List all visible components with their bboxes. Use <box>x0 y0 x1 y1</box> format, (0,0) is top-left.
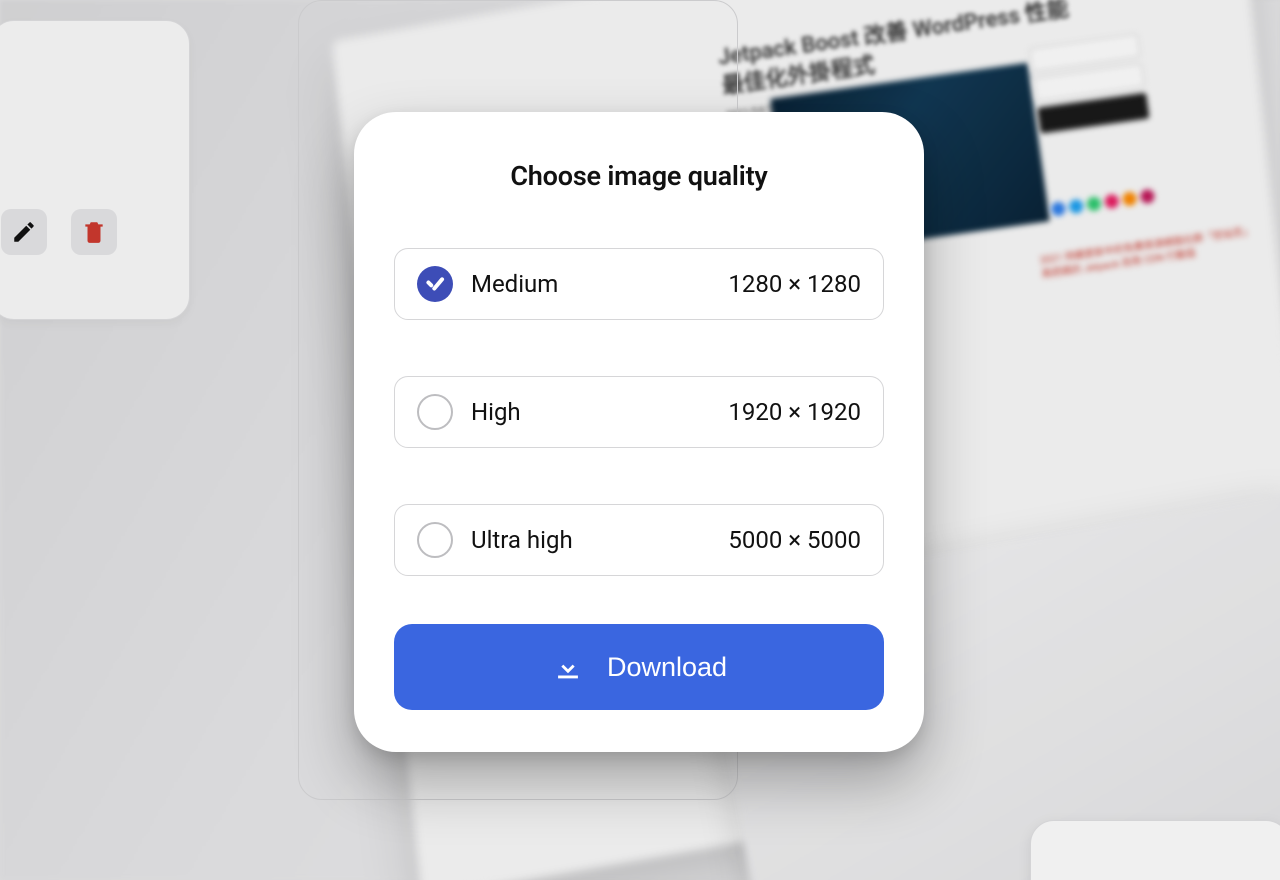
download-button[interactable]: Download <box>394 624 884 710</box>
quality-options: Medium 1280 × 1280 High 1920 × 1920 Ultr… <box>394 248 884 576</box>
dialog-title: Choose image quality <box>394 160 884 192</box>
image-quality-dialog: Choose image quality Medium 1280 × 1280 … <box>354 112 924 752</box>
option-label: High <box>471 398 521 426</box>
quality-option-high[interactable]: High 1920 × 1920 <box>394 376 884 448</box>
quality-option-ultra-high[interactable]: Ultra high 5000 × 5000 <box>394 504 884 576</box>
option-label: Ultra high <box>471 526 573 554</box>
option-resolution: 5000 × 5000 <box>728 526 861 554</box>
download-button-label: Download <box>607 652 727 683</box>
radio-selected-icon <box>417 266 453 302</box>
radio-unselected-icon <box>417 394 453 430</box>
option-resolution: 1280 × 1280 <box>728 270 861 298</box>
radio-unselected-icon <box>417 522 453 558</box>
quality-option-medium[interactable]: Medium 1280 × 1280 <box>394 248 884 320</box>
option-label: Medium <box>471 270 558 298</box>
download-icon <box>551 650 585 684</box>
option-resolution: 1920 × 1920 <box>728 398 861 426</box>
